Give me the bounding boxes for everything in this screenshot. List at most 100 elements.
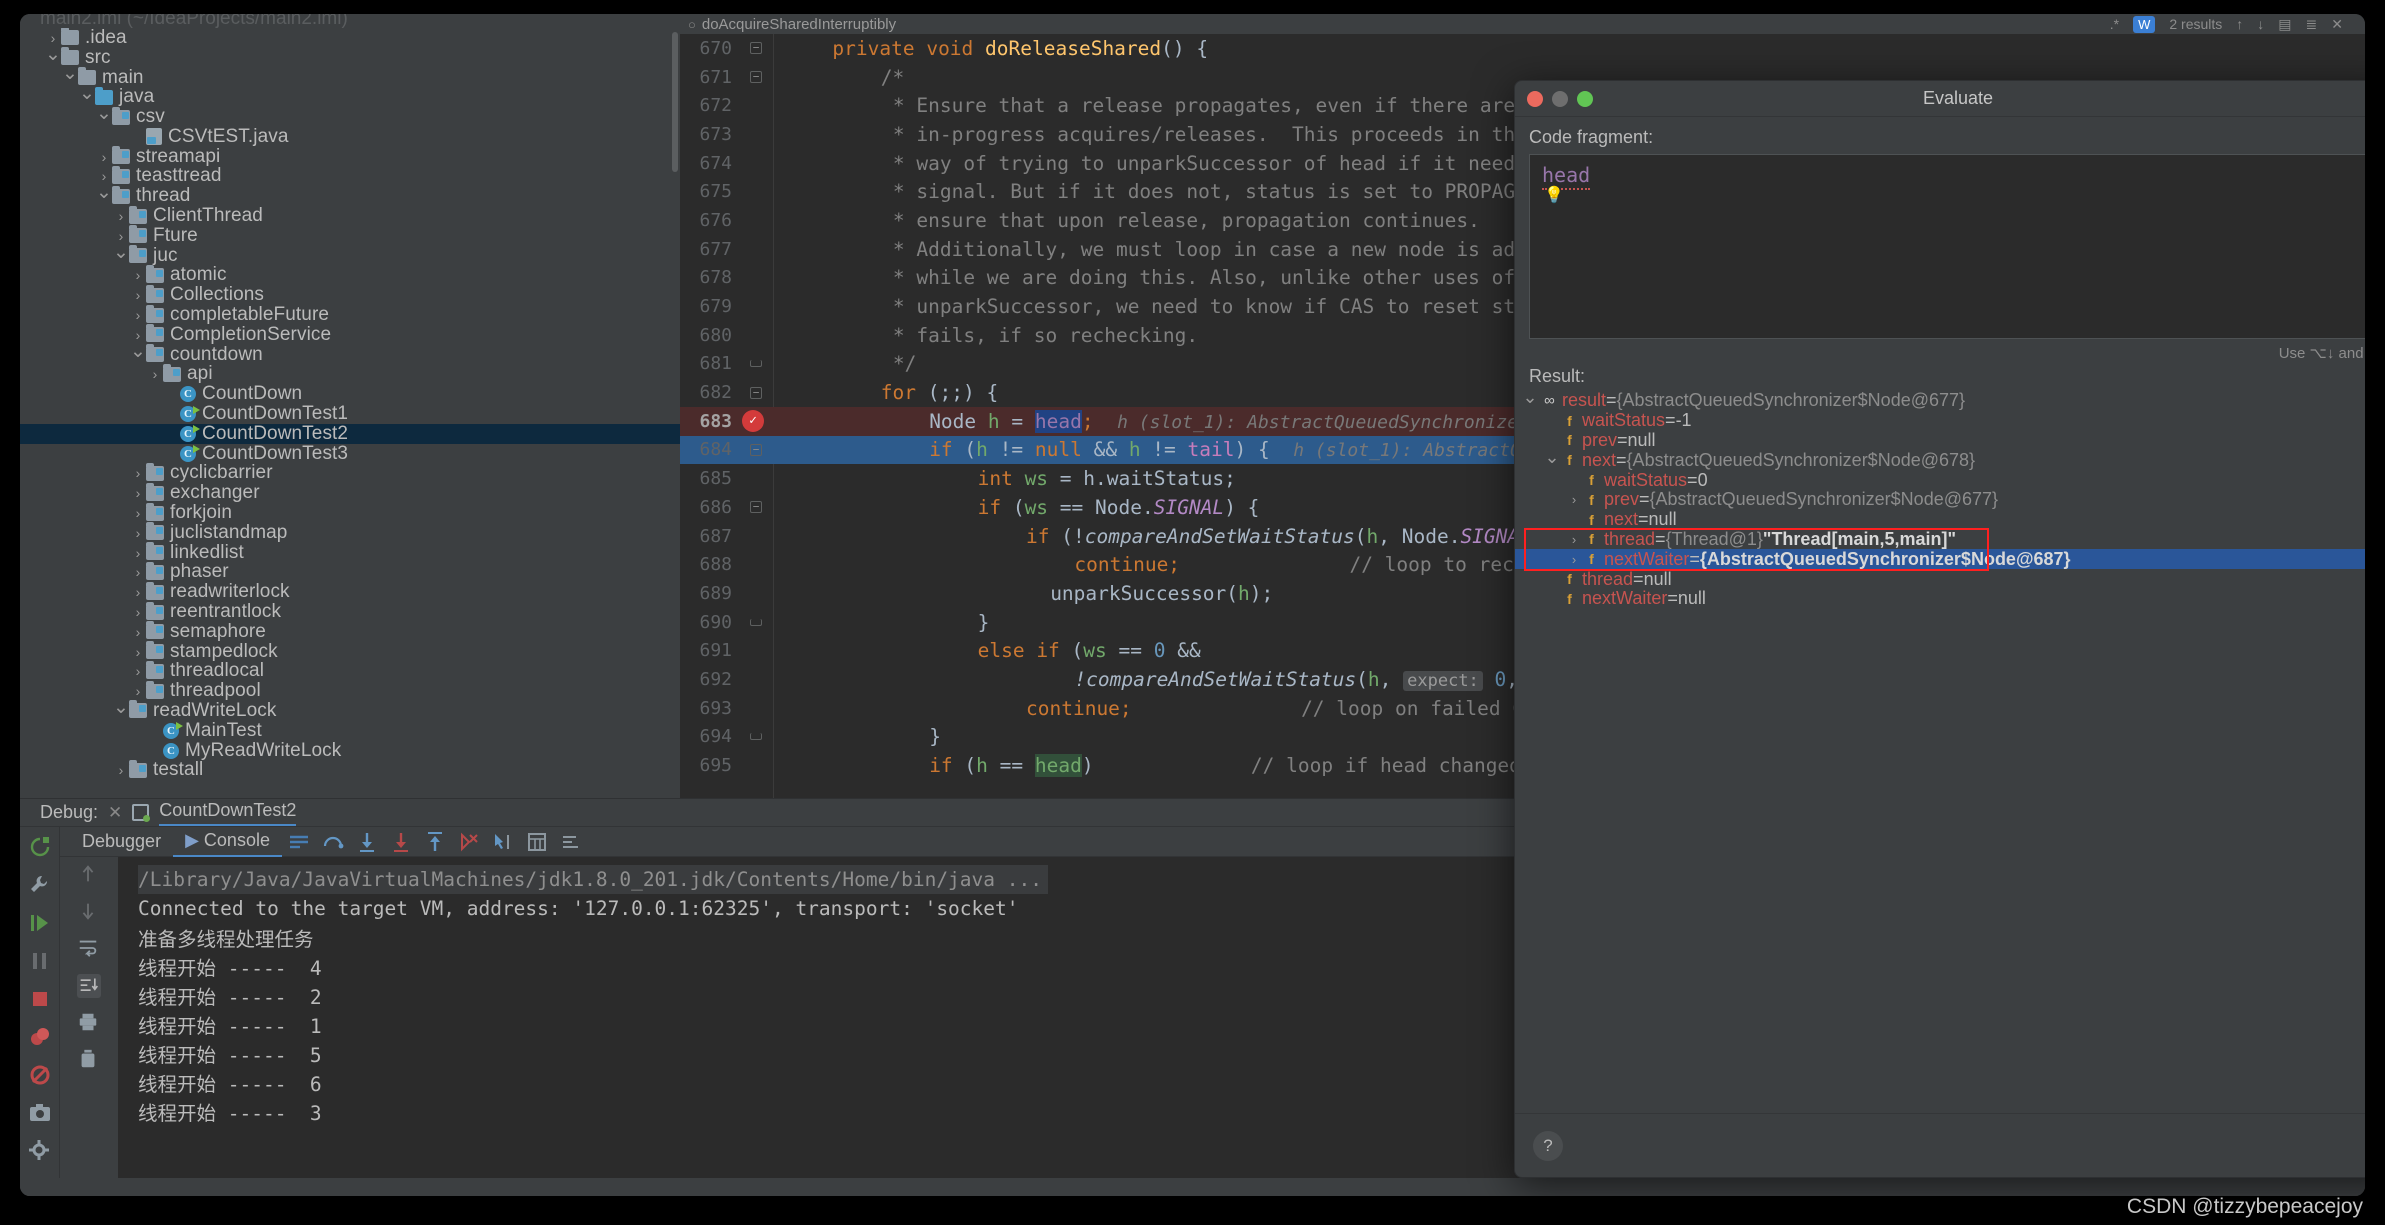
tree-item-exchanger[interactable]: › exchanger <box>20 482 680 503</box>
settings-gear-icon[interactable] <box>28 1139 52 1163</box>
settings-list-icon[interactable] <box>560 831 582 853</box>
result-tree-row[interactable]: f next = null <box>1515 509 2365 530</box>
chevron-right-icon[interactable]: › <box>113 229 129 243</box>
tree-item-countdowntest3[interactable]: C CountDownTest3 <box>20 443 680 464</box>
tree-item-readwriterlock[interactable]: › readwriterlock <box>20 581 680 602</box>
tree-item-streamapi[interactable]: › streamapi <box>20 146 680 167</box>
screenshot-icon[interactable] <box>28 1101 52 1125</box>
fold-end-icon[interactable] <box>750 360 762 368</box>
line-number[interactable]: 684 <box>680 439 742 460</box>
line-number[interactable]: 688 <box>680 554 742 575</box>
fold-gutter[interactable]: − <box>742 443 770 456</box>
fold-end-icon[interactable] <box>750 733 762 741</box>
line-number[interactable]: 693 <box>680 698 742 719</box>
tree-item-csvtest-java[interactable]: CSVtEST.java <box>20 126 680 147</box>
chevron-right-icon[interactable]: › <box>1565 492 1583 507</box>
result-tree-row[interactable]: f waitStatus = 0 <box>1515 470 2365 490</box>
line-number[interactable]: 692 <box>680 669 742 690</box>
line-number[interactable]: 679 <box>680 296 742 317</box>
line-number[interactable]: 690 <box>680 612 742 633</box>
chevron-right-icon[interactable]: › <box>130 565 146 579</box>
step-out-icon[interactable] <box>424 831 446 853</box>
chevron-right-icon[interactable]: › <box>130 466 146 480</box>
tree-item--idea[interactable]: › .idea <box>20 27 680 48</box>
intention-bulb-icon[interactable]: 💡 <box>1544 185 1564 204</box>
tree-item-juclistandmap[interactable]: › juclistandmap <box>20 522 680 543</box>
tree-item-myreadwritelock[interactable]: C MyReadWriteLock <box>20 740 680 761</box>
console-side-toolbar[interactable] <box>60 857 118 1196</box>
chevron-right-icon[interactable]: › <box>130 645 146 659</box>
close-debug-icon[interactable]: ✕ <box>108 803 122 823</box>
chevron-right-icon[interactable]: › <box>130 585 146 599</box>
line-number[interactable]: 689 <box>680 583 742 604</box>
breakpoint-icon[interactable]: ✓ <box>742 409 764 432</box>
line-number[interactable]: 685 <box>680 468 742 489</box>
tree-item-csv[interactable]: ⌄ csv <box>20 104 680 127</box>
tree-item-collections[interactable]: › Collections <box>20 284 680 305</box>
tree-item-main[interactable]: ⌄ main <box>20 64 680 87</box>
search-toolbar[interactable]: .* W 2 results ↑ ↓ ▤ ≣ ✕ <box>2110 14 2365 34</box>
tree-item-countdowntest2[interactable]: C CountDownTest2 <box>20 423 680 444</box>
result-tree-row[interactable]: f thread = null <box>1515 569 2365 589</box>
chevron-down-icon[interactable]: ⌄ <box>113 243 129 262</box>
chevron-down-icon[interactable]: ⌄ <box>62 64 78 83</box>
tree-item-phaser[interactable]: › phaser <box>20 561 680 582</box>
chevron-down-icon[interactable]: ⌄ <box>130 342 146 361</box>
chevron-right-icon[interactable]: › <box>130 308 146 322</box>
fold-end-icon[interactable] <box>750 618 762 626</box>
maximize-window-icon[interactable] <box>1577 90 1593 107</box>
tree-item-countdown[interactable]: C CountDown <box>20 383 680 404</box>
code-line[interactable]: 670− private void doReleaseShared() { <box>680 34 2365 63</box>
line-number[interactable]: 682 <box>680 382 742 403</box>
line-number[interactable]: 672 <box>680 95 742 116</box>
pause-program-icon[interactable] <box>28 949 52 973</box>
chevron-right-icon[interactable]: › <box>1565 552 1583 567</box>
chevron-right-icon[interactable]: › <box>130 506 146 520</box>
chevron-down-icon[interactable]: ⌄ <box>45 45 61 64</box>
line-number[interactable]: 674 <box>680 153 742 174</box>
chevron-right-icon[interactable]: › <box>147 367 163 381</box>
result-tree-row[interactable]: f prev = null <box>1515 430 2365 451</box>
tree-item-atomic[interactable]: › atomic <box>20 264 680 285</box>
result-tree-row[interactable]: ⌄ ∞ result = {AbstractQueuedSynchronizer$N… <box>1515 391 2365 411</box>
tree-item-juc[interactable]: ⌄ juc <box>20 243 680 266</box>
fold-gutter[interactable]: − <box>742 386 770 399</box>
result-tree-row[interactable]: › f prev = {AbstractQueuedSynchronizer$Nod… <box>1515 489 2365 510</box>
step-over-icon[interactable] <box>322 831 344 853</box>
scroll-to-end-icon[interactable] <box>77 974 101 998</box>
line-number[interactable]: 673 <box>680 124 742 145</box>
line-number[interactable]: 680 <box>680 325 742 346</box>
minimize-window-icon[interactable] <box>1552 90 1568 107</box>
step-into-icon[interactable] <box>356 831 378 853</box>
result-tree-row[interactable]: ⌄ f next = {AbstractQueuedSynchronizer$Nod… <box>1515 447 2365 470</box>
close-window-icon[interactable] <box>1527 90 1543 107</box>
tree-item-countdowntest1[interactable]: C CountDownTest1 <box>20 403 680 424</box>
fold-gutter[interactable]: − <box>742 501 770 514</box>
soft-wrap-icon[interactable] <box>288 831 310 853</box>
window-controls[interactable] <box>1527 90 1593 107</box>
chevron-down-icon[interactable]: ⌄ <box>1521 391 1539 408</box>
tree-item-src[interactable]: ⌄ src <box>20 45 680 68</box>
chevron-right-icon[interactable]: › <box>113 763 129 777</box>
view-breakpoints-icon[interactable] <box>28 1025 52 1049</box>
stop-program-icon[interactable] <box>28 987 52 1011</box>
result-tree-row[interactable]: › f thread = {Thread@1} "Thread[main,5,mai… <box>1515 529 2365 550</box>
result-tree-row[interactable]: › f nextWaiter = {AbstractQueuedSynchroniz… <box>1515 549 2365 570</box>
select-all-icon[interactable]: ▤ <box>2278 16 2291 33</box>
find-next-icon[interactable]: ↓ <box>2257 16 2264 32</box>
fold-minus-icon[interactable]: − <box>750 443 762 456</box>
fold-gutter[interactable] <box>742 360 770 368</box>
print-icon[interactable] <box>77 1011 101 1035</box>
tree-item-countdown[interactable]: ⌄ countdown <box>20 342 680 365</box>
tree-item-java[interactable]: ⌄ java <box>20 84 680 107</box>
line-number[interactable]: 694 <box>680 726 742 747</box>
drop-frame-icon[interactable] <box>458 831 480 853</box>
tree-item-completionservice[interactable]: › CompletionService <box>20 324 680 345</box>
tree-item-completablefuture[interactable]: › completableFuture <box>20 304 680 325</box>
find-prev-icon[interactable]: ↑ <box>2236 16 2243 32</box>
close-search-icon[interactable]: ✕ <box>2331 16 2343 33</box>
filter-icon[interactable]: ≣ <box>2306 16 2318 33</box>
chevron-right-icon[interactable]: › <box>130 664 146 678</box>
fold-gutter[interactable]: − <box>742 42 770 55</box>
line-number[interactable]: 691 <box>680 640 742 661</box>
